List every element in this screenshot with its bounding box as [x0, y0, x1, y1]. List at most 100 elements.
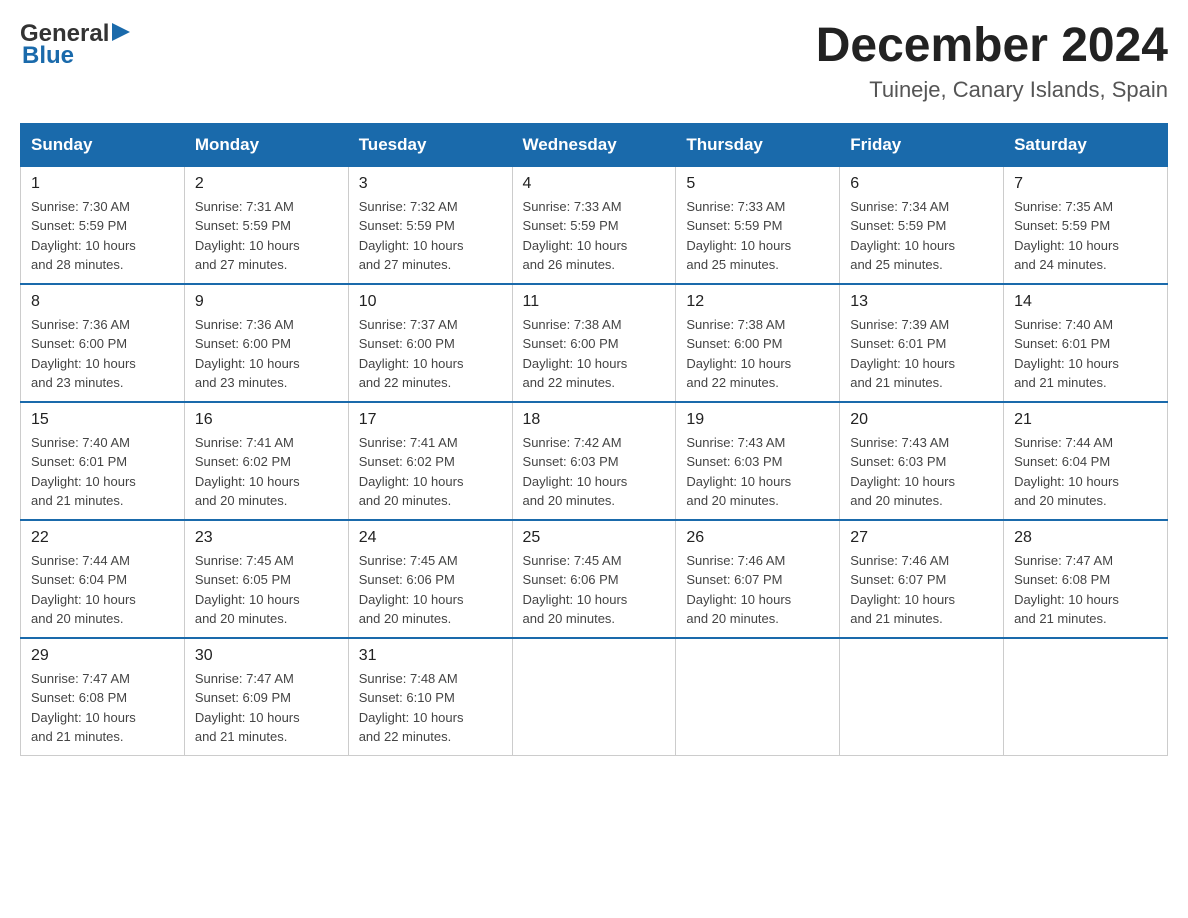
calendar-cell: 21Sunrise: 7:44 AMSunset: 6:04 PMDayligh…	[1004, 402, 1168, 520]
day-number: 3	[359, 175, 502, 193]
weekday-header-monday: Monday	[184, 124, 348, 166]
calendar-week-row: 8 Sunrise: 7:36 AMSunset: 6:00 PMDaylight…	[21, 284, 1168, 402]
day-info: Sunrise: 7:33 AMSunset: 5:59 PMDaylight:…	[686, 197, 829, 275]
calendar-cell: 11 Sunrise: 7:38 AMSunset: 6:00 PMDayligh…	[512, 284, 676, 402]
weekday-header-wednesday: Wednesday	[512, 124, 676, 166]
day-number: 8	[31, 293, 174, 311]
logo-blue-text: Blue	[22, 42, 74, 69]
calendar-cell: 18Sunrise: 7:42 AMSunset: 6:03 PMDayligh…	[512, 402, 676, 520]
day-number: 6	[850, 175, 993, 193]
day-info: Sunrise: 7:33 AMSunset: 5:59 PMDaylight:…	[523, 197, 666, 275]
day-number: 15	[31, 411, 174, 429]
calendar-cell: 13 Sunrise: 7:39 AMSunset: 6:01 PMDayligh…	[840, 284, 1004, 402]
calendar-cell: 1 Sunrise: 7:30 AMSunset: 5:59 PMDaylight…	[21, 166, 185, 284]
day-number: 12	[686, 293, 829, 311]
day-number: 27	[850, 529, 993, 547]
day-info: Sunrise: 7:36 AMSunset: 6:00 PMDaylight:…	[31, 315, 174, 393]
day-number: 1	[31, 175, 174, 193]
day-info: Sunrise: 7:41 AMSunset: 6:02 PMDaylight:…	[359, 433, 502, 511]
day-info: Sunrise: 7:35 AMSunset: 5:59 PMDaylight:…	[1014, 197, 1157, 275]
weekday-header-friday: Friday	[840, 124, 1004, 166]
calendar-cell: 7Sunrise: 7:35 AMSunset: 5:59 PMDaylight…	[1004, 166, 1168, 284]
day-info: Sunrise: 7:36 AMSunset: 6:00 PMDaylight:…	[195, 315, 338, 393]
calendar-cell: 15 Sunrise: 7:40 AMSunset: 6:01 PMDayligh…	[21, 402, 185, 520]
day-info: Sunrise: 7:30 AMSunset: 5:59 PMDaylight:…	[31, 197, 174, 275]
calendar-cell: 3 Sunrise: 7:32 AMSunset: 5:59 PMDaylight…	[348, 166, 512, 284]
day-info: Sunrise: 7:37 AMSunset: 6:00 PMDaylight:…	[359, 315, 502, 393]
calendar-cell: 10 Sunrise: 7:37 AMSunset: 6:00 PMDayligh…	[348, 284, 512, 402]
calendar-cell: 9 Sunrise: 7:36 AMSunset: 6:00 PMDaylight…	[184, 284, 348, 402]
day-info: Sunrise: 7:44 AMSunset: 6:04 PMDaylight:…	[31, 551, 174, 629]
day-number: 20	[850, 411, 993, 429]
location-subtitle: Tuineje, Canary Islands, Spain	[816, 77, 1168, 103]
day-number: 5	[686, 175, 829, 193]
day-number: 10	[359, 293, 502, 311]
calendar-cell: 12 Sunrise: 7:38 AMSunset: 6:00 PMDayligh…	[676, 284, 840, 402]
day-info: Sunrise: 7:45 AMSunset: 6:06 PMDaylight:…	[359, 551, 502, 629]
day-number: 22	[31, 529, 174, 547]
day-info: Sunrise: 7:43 AMSunset: 6:03 PMDaylight:…	[850, 433, 993, 511]
weekday-header-sunday: Sunday	[21, 124, 185, 166]
day-number: 25	[523, 529, 666, 547]
day-info: Sunrise: 7:47 AMSunset: 6:08 PMDaylight:…	[1014, 551, 1157, 629]
day-info: Sunrise: 7:34 AMSunset: 5:59 PMDaylight:…	[850, 197, 993, 275]
day-info: Sunrise: 7:31 AMSunset: 5:59 PMDaylight:…	[195, 197, 338, 275]
logo-triangle-icon	[110, 21, 132, 43]
day-number: 31	[359, 647, 502, 665]
day-info: Sunrise: 7:39 AMSunset: 6:01 PMDaylight:…	[850, 315, 993, 393]
day-number: 14	[1014, 293, 1157, 311]
calendar-cell: 26Sunrise: 7:46 AMSunset: 6:07 PMDayligh…	[676, 520, 840, 638]
day-number: 16	[195, 411, 338, 429]
day-info: Sunrise: 7:44 AMSunset: 6:04 PMDaylight:…	[1014, 433, 1157, 511]
day-number: 18	[523, 411, 666, 429]
calendar-week-row: 15 Sunrise: 7:40 AMSunset: 6:01 PMDayligh…	[21, 402, 1168, 520]
weekday-header-thursday: Thursday	[676, 124, 840, 166]
day-number: 28	[1014, 529, 1157, 547]
calendar-cell: 5 Sunrise: 7:33 AMSunset: 5:59 PMDaylight…	[676, 166, 840, 284]
calendar-cell	[512, 638, 676, 756]
calendar-cell	[676, 638, 840, 756]
weekday-header-saturday: Saturday	[1004, 124, 1168, 166]
calendar-cell: 16Sunrise: 7:41 AMSunset: 6:02 PMDayligh…	[184, 402, 348, 520]
calendar-table: SundayMondayTuesdayWednesdayThursdayFrid…	[20, 123, 1168, 756]
day-number: 23	[195, 529, 338, 547]
calendar-cell: 2Sunrise: 7:31 AMSunset: 5:59 PMDaylight…	[184, 166, 348, 284]
day-number: 9	[195, 293, 338, 311]
day-number: 26	[686, 529, 829, 547]
calendar-cell: 28 Sunrise: 7:47 AMSunset: 6:08 PMDayligh…	[1004, 520, 1168, 638]
title-block: December 2024 Tuineje, Canary Islands, S…	[816, 20, 1168, 103]
day-number: 29	[31, 647, 174, 665]
weekday-header-tuesday: Tuesday	[348, 124, 512, 166]
day-info: Sunrise: 7:47 AMSunset: 6:08 PMDaylight:…	[31, 669, 174, 747]
calendar-week-row: 22 Sunrise: 7:44 AMSunset: 6:04 PMDayligh…	[21, 520, 1168, 638]
day-number: 17	[359, 411, 502, 429]
calendar-cell: 17 Sunrise: 7:41 AMSunset: 6:02 PMDayligh…	[348, 402, 512, 520]
day-info: Sunrise: 7:40 AMSunset: 6:01 PMDaylight:…	[1014, 315, 1157, 393]
day-number: 19	[686, 411, 829, 429]
calendar-cell: 8 Sunrise: 7:36 AMSunset: 6:00 PMDaylight…	[21, 284, 185, 402]
page-header: General Blue December 2024 Tuineje, Cana…	[20, 20, 1168, 103]
calendar-cell	[840, 638, 1004, 756]
day-number: 30	[195, 647, 338, 665]
day-info: Sunrise: 7:38 AMSunset: 6:00 PMDaylight:…	[523, 315, 666, 393]
day-info: Sunrise: 7:46 AMSunset: 6:07 PMDaylight:…	[850, 551, 993, 629]
calendar-week-row: 29 Sunrise: 7:47 AMSunset: 6:08 PMDayligh…	[21, 638, 1168, 756]
day-info: Sunrise: 7:45 AMSunset: 6:05 PMDaylight:…	[195, 551, 338, 629]
calendar-cell: 14 Sunrise: 7:40 AMSunset: 6:01 PMDayligh…	[1004, 284, 1168, 402]
calendar-cell: 27 Sunrise: 7:46 AMSunset: 6:07 PMDayligh…	[840, 520, 1004, 638]
calendar-cell: 4Sunrise: 7:33 AMSunset: 5:59 PMDaylight…	[512, 166, 676, 284]
day-number: 11	[523, 293, 666, 311]
day-info: Sunrise: 7:40 AMSunset: 6:01 PMDaylight:…	[31, 433, 174, 511]
calendar-cell: 24 Sunrise: 7:45 AMSunset: 6:06 PMDayligh…	[348, 520, 512, 638]
day-number: 13	[850, 293, 993, 311]
day-info: Sunrise: 7:47 AMSunset: 6:09 PMDaylight:…	[195, 669, 338, 747]
calendar-cell: 31Sunrise: 7:48 AMSunset: 6:10 PMDayligh…	[348, 638, 512, 756]
calendar-cell	[1004, 638, 1168, 756]
calendar-cell: 22 Sunrise: 7:44 AMSunset: 6:04 PMDayligh…	[21, 520, 185, 638]
day-info: Sunrise: 7:32 AMSunset: 5:59 PMDaylight:…	[359, 197, 502, 275]
calendar-cell: 25Sunrise: 7:45 AMSunset: 6:06 PMDayligh…	[512, 520, 676, 638]
calendar-cell: 20 Sunrise: 7:43 AMSunset: 6:03 PMDayligh…	[840, 402, 1004, 520]
day-number: 24	[359, 529, 502, 547]
day-info: Sunrise: 7:38 AMSunset: 6:00 PMDaylight:…	[686, 315, 829, 393]
logo: General Blue	[20, 20, 133, 70]
